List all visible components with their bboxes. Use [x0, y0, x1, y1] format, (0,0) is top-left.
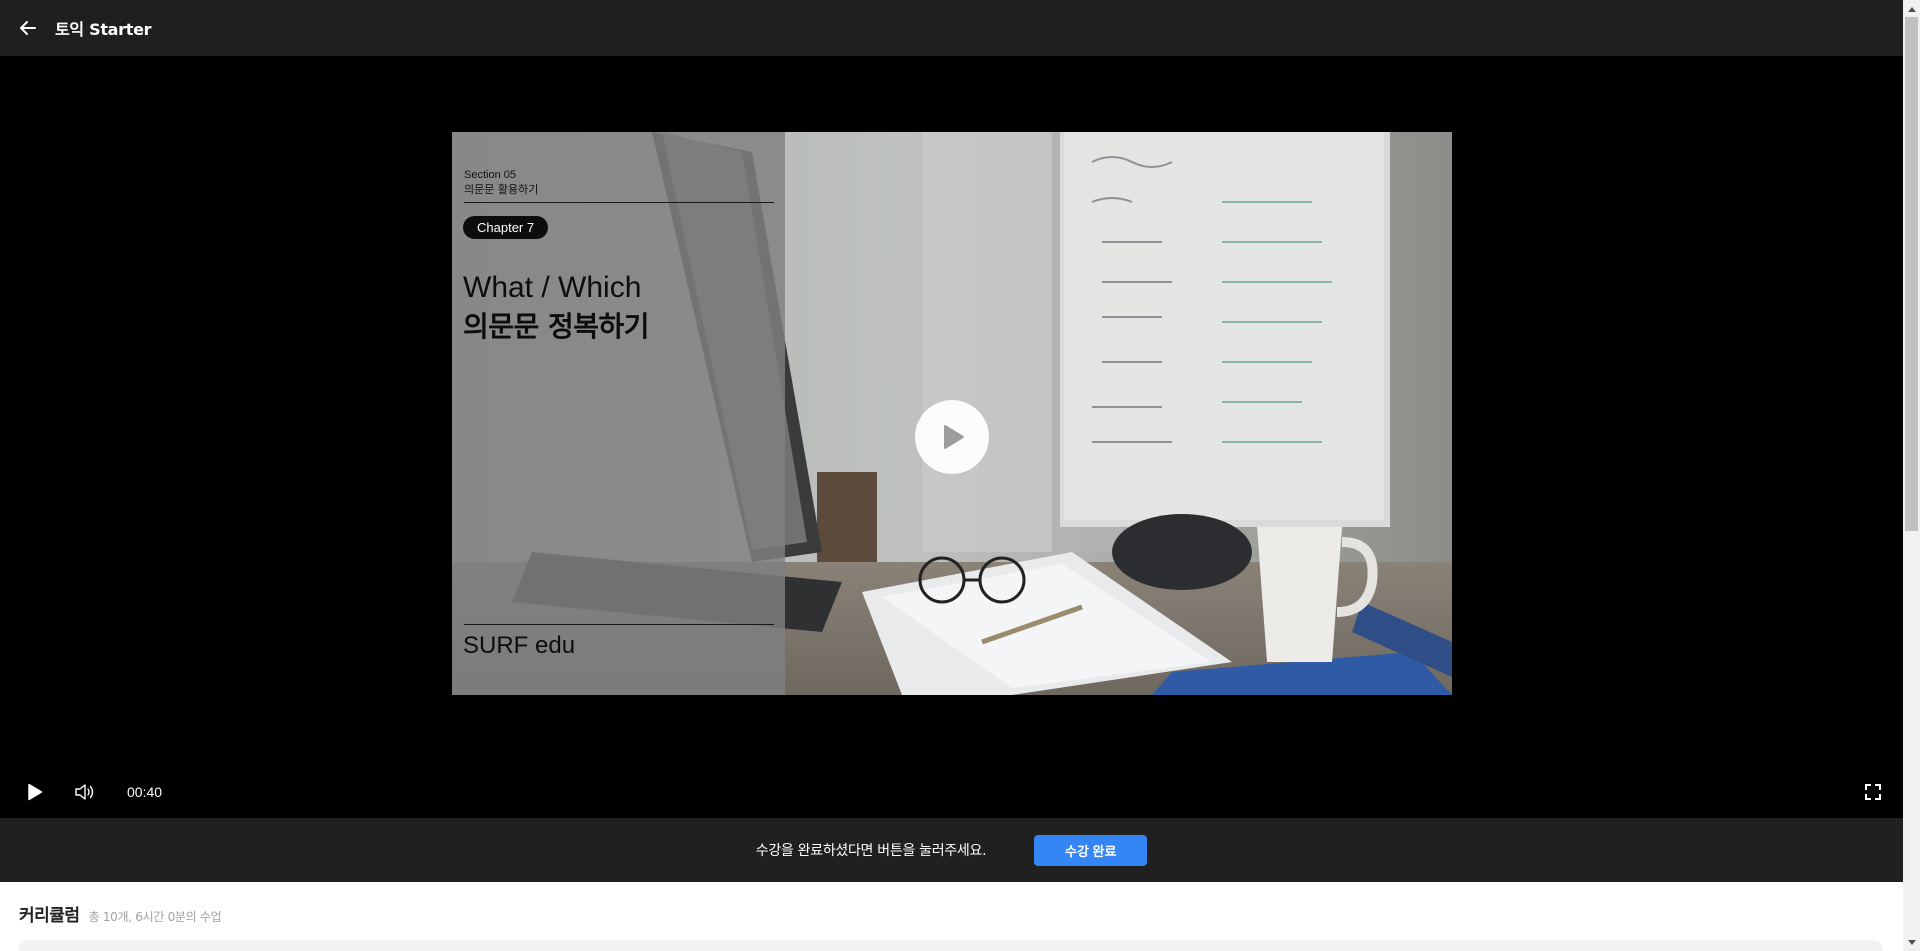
- scroll-down-arrow[interactable]: [1903, 934, 1920, 951]
- section-subtitle: 의문문 활용하기: [464, 183, 539, 196]
- curriculum-list[interactable]: [19, 940, 1883, 951]
- curriculum-summary: 총 10개, 6시간 0분의 수업: [88, 910, 222, 924]
- caret-up-icon: [1907, 6, 1916, 12]
- back-button[interactable]: [8, 8, 48, 48]
- play-icon: [28, 783, 43, 801]
- fullscreen-button[interactable]: [1853, 772, 1893, 812]
- volume-button[interactable]: [65, 772, 105, 812]
- caret-down-icon: [1907, 939, 1916, 945]
- lesson-title-line-1: What / Which: [463, 271, 642, 304]
- page-scrollbar[interactable]: [1903, 0, 1920, 951]
- section-label: Section 05: [464, 169, 516, 181]
- arrow-left-icon: [20, 21, 36, 35]
- curriculum-section: 커리큘럼 총 10개, 6시간 0분의 수업: [0, 882, 1903, 951]
- video-player[interactable]: Section 05 의문문 활용하기 Chapter 7 What / Whi…: [0, 56, 1903, 818]
- video-frame[interactable]: Section 05 의문문 활용하기 Chapter 7 What / Whi…: [452, 132, 1452, 695]
- play-icon: [944, 425, 964, 449]
- completion-bar: 수강을 완료하셨다면 버튼을 눌러주세요. 수강 완료: [0, 818, 1903, 882]
- chapter-badge: Chapter 7: [463, 216, 549, 239]
- completion-message: 수강을 완료하셨다면 버튼을 눌러주세요.: [755, 843, 987, 859]
- course-title: 토익 Starter: [55, 20, 152, 39]
- curriculum-header: 커리큘럼 총 10개, 6시간 0분의 수업: [19, 901, 222, 926]
- curriculum-title: 커리큘럼: [19, 906, 80, 926]
- scroll-thumb[interactable]: [1905, 17, 1918, 531]
- lesson-title-line-2: 의문문 정복하기: [463, 310, 650, 343]
- player-controls: 00:40: [0, 766, 1903, 818]
- title-overlay-panel: Section 05 의문문 활용하기 Chapter 7 What / Whi…: [452, 132, 785, 695]
- app: 토익 Starter Section 05 의문문 활용하기 Chapter 7…: [0, 0, 1920, 951]
- scroll-up-arrow[interactable]: [1903, 0, 1920, 17]
- center-play-button[interactable]: [915, 400, 989, 474]
- play-button[interactable]: [15, 772, 55, 812]
- fullscreen-icon: [1865, 784, 1881, 800]
- main-content: 토익 Starter Section 05 의문문 활용하기 Chapter 7…: [0, 0, 1903, 951]
- current-time: 00:40: [127, 784, 163, 800]
- brand-label: SURF edu: [463, 632, 576, 659]
- volume-icon: [75, 784, 94, 800]
- complete-lesson-button[interactable]: 수강 완료: [1034, 834, 1148, 866]
- divider: [464, 624, 774, 625]
- top-bar: 토익 Starter: [0, 0, 1903, 56]
- divider: [464, 202, 774, 203]
